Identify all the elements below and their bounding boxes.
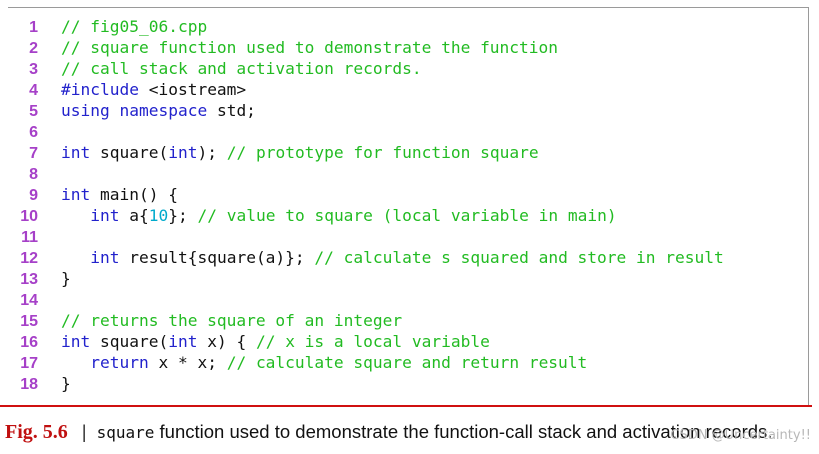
line-number: 17 [20,355,38,372]
code-token-plain: }; [168,206,198,225]
code-text: #include <iostream> [61,79,246,100]
line-number: 9 [29,187,38,204]
line-number: 10 [20,208,38,225]
code-text: } [61,373,71,394]
code-line: 17 return x * x; // calculate square and… [8,352,808,373]
code-token-plain: square( [90,332,169,351]
code-token-kw: int [61,332,91,351]
code-text: using namespace std; [61,100,256,121]
code-token-kw: int [168,332,198,351]
code-text: // call stack and activation records. [61,58,422,79]
code-token-num: 10 [148,206,169,225]
caption-divider [0,405,812,407]
code-token-plain: main() { [90,185,178,204]
line-number: 5 [29,103,38,120]
code-token-plain: } [61,374,71,393]
line-number: 12 [20,250,38,267]
code-token-comment: // square function used to demonstrate t… [61,38,559,57]
code-token-kw: int [90,248,120,267]
code-token-comment: // calculate square and return result [226,353,588,372]
code-text: } [61,268,71,289]
code-line: 5 using namespace std; [8,100,808,121]
caption-separator: | [81,421,87,442]
code-text: return x * x; // calculate square and re… [61,352,587,373]
code-token-kw: int [61,185,91,204]
line-number: 15 [20,313,38,330]
code-token-kw: int [90,206,120,225]
code-token-comment: // value to square (local variable in ma… [197,206,617,225]
code-listing: 1 // fig05_06.cpp 2 // square function used… [8,16,808,394]
code-text: // square function used to demonstrate t… [61,37,558,58]
line-number: 1 [29,19,38,36]
code-token-plain: x) { [197,332,256,351]
caption-code-word: square [96,423,155,442]
code-text: int square(int); // prototype for functi… [61,142,539,163]
code-token-comment: // call stack and activation records. [61,59,422,78]
line-number: 7 [29,145,38,162]
code-text: int result{square(a)}; // calculate s sq… [61,247,724,268]
code-line: 12 int result{square(a)}; // calculate s… [8,247,808,268]
watermark: CSDN @Uncertainty!! [670,428,811,443]
code-token-plain: } [61,269,71,288]
line-number: 18 [20,376,38,393]
code-token-comment: // calculate s squared and store in resu… [314,248,724,267]
code-token-plain: square( [90,143,169,162]
code-token-kw: int [168,143,198,162]
code-token-comment: // fig05_06.cpp [61,17,208,36]
code-text: // returns the square of an integer [61,310,402,331]
line-number: 8 [29,166,38,183]
code-text: int a{10}; // value to square (local var… [61,205,617,226]
code-line: 8 [8,163,808,184]
code-line: 11 [8,226,808,247]
code-token-comment: // x is a local variable [255,332,490,351]
code-token-plain: <iostream> [138,80,247,99]
code-line: 7 int square(int); // prototype for funct… [8,142,808,163]
code-token-plain: ); [197,143,227,162]
code-token-plain: a{ [119,206,149,225]
code-line: 14 [8,289,808,310]
code-token-kw: return [90,353,149,372]
line-number: 16 [20,334,38,351]
code-line: 2 // square function used to demonstrate … [8,37,808,58]
code-token-plain: std; [207,101,256,120]
code-line: 9 int main() { [8,184,808,205]
code-token-kw: int [61,143,91,162]
code-line: 18} [8,373,808,394]
code-line: 10 int a{10}; // value to square (local … [8,205,808,226]
code-token-kw: using [61,101,110,120]
code-line: 13} [8,268,808,289]
code-token-plain: result{square(a)}; [119,248,315,267]
figure-label: Fig. 5.6 [5,421,68,443]
code-token-comment: // prototype for function square [226,143,539,162]
code-line: 4 #include <iostream> [8,79,808,100]
code-text: int main() { [61,184,178,205]
code-line: 6 [8,121,808,142]
line-number: 4 [29,82,38,99]
code-line: 16 int square(int x) { // x is a local va… [8,331,808,352]
line-number: 2 [29,40,38,57]
code-line: 1 // fig05_06.cpp [8,16,808,37]
line-number: 13 [20,271,38,288]
code-token-pp: #include [61,80,139,99]
code-token-comment: // returns the square of an integer [61,311,403,330]
line-number: 6 [29,124,38,141]
code-token-kw: namespace [119,101,208,120]
line-number: 11 [21,229,38,246]
line-number: 3 [29,61,38,78]
code-token-plain: x * x; [148,353,227,372]
code-line: 15 // returns the square of an integer [8,310,808,331]
code-text: int square(int x) { // x is a local vari… [61,331,490,352]
figure-caption: Fig. 5.6 | square function used to demonst… [5,419,772,445]
code-line: 3 // call stack and activation records. [8,58,808,79]
line-number: 14 [20,292,38,309]
code-text: // fig05_06.cpp [61,16,207,37]
